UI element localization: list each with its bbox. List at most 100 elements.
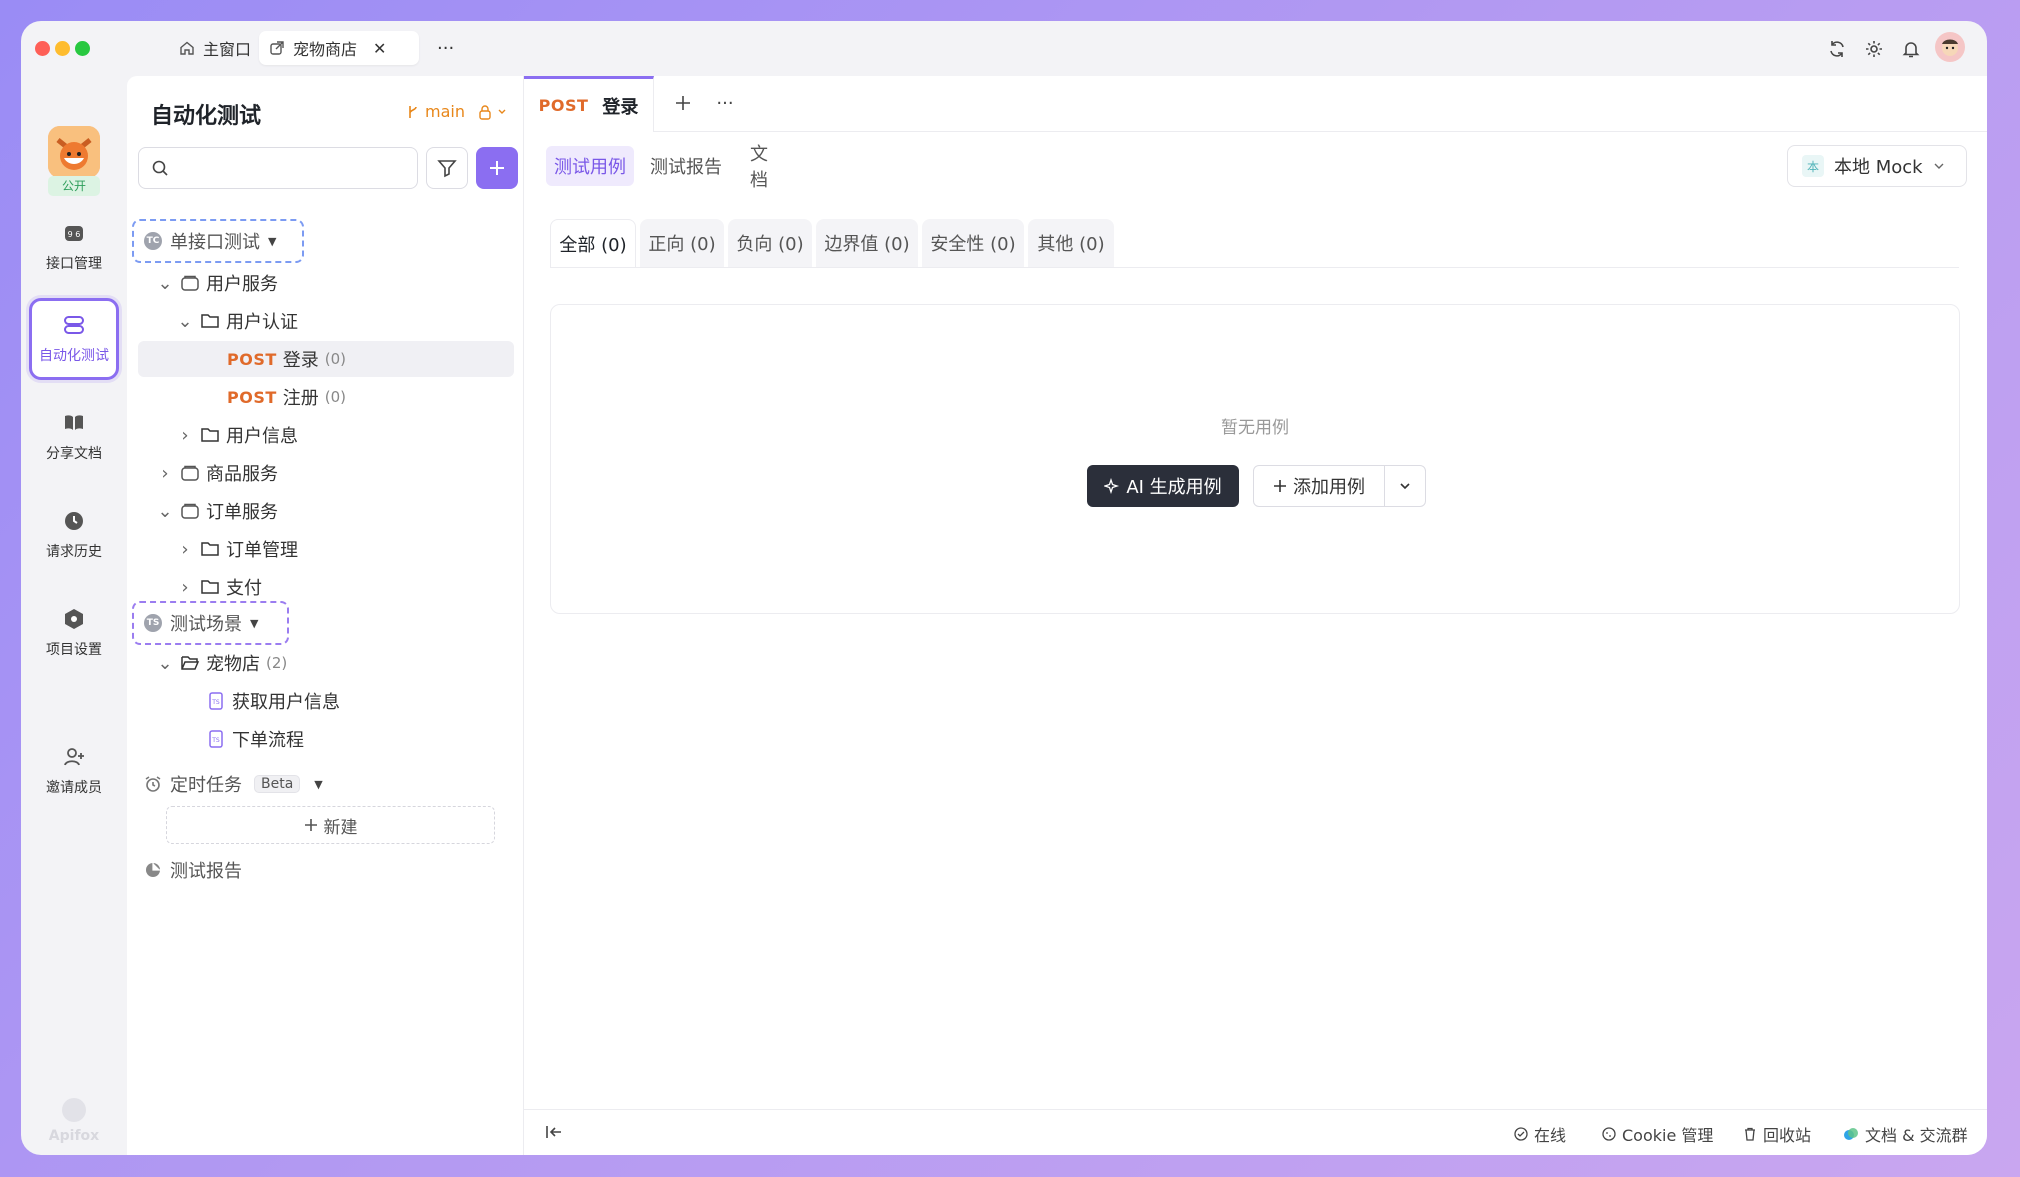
caret-down-icon: ▼	[314, 777, 323, 791]
nav-share-docs[interactable]: 分享文档	[29, 396, 119, 478]
tree-item-order-service[interactable]: ⌄ 订单服务	[138, 493, 514, 529]
check-circle-icon	[1514, 1127, 1528, 1141]
group-single-interface-test[interactable]: TC 单接口测试 ▼	[132, 219, 304, 263]
cookie-icon	[1602, 1127, 1616, 1141]
chevron-down-icon	[498, 109, 506, 114]
search-input[interactable]	[138, 147, 418, 189]
sync-icon[interactable]	[1823, 35, 1851, 63]
tab-test-reports[interactable]: 测试报告	[642, 146, 730, 186]
group-scenario-label: 测试场景	[170, 614, 242, 635]
close-tab-icon[interactable]: ✕	[373, 39, 386, 58]
pie-chart-icon	[146, 863, 160, 877]
nav-request-history[interactable]: 请求历史	[29, 494, 119, 576]
tree-item-get-user-info[interactable]: TS 获取用户信息	[138, 683, 514, 719]
tree-item-pet-shop[interactable]: ⌄ 宠物店 (2)	[138, 645, 514, 681]
service-folder-icon	[181, 465, 199, 481]
nav-project-settings[interactable]: 项目设置	[29, 592, 119, 674]
filter-all[interactable]: 全部 (0)	[550, 219, 636, 267]
new-scheduled-task-button[interactable]: 新建	[166, 806, 495, 844]
new-tab-plus-icon[interactable]	[668, 88, 698, 118]
tree-item-order-management[interactable]: › 订单管理	[138, 531, 514, 567]
trash-icon	[1745, 1127, 1755, 1141]
settings-gear-icon[interactable]	[1860, 35, 1888, 63]
user-avatar[interactable]	[1935, 32, 1965, 62]
docs-community[interactable]: 文档 & 交流群	[1843, 1122, 1968, 1146]
group-test-reports[interactable]: 测试报告	[138, 852, 514, 888]
automation-icon	[64, 316, 84, 334]
notification-bell-icon[interactable]	[1897, 35, 1925, 63]
more-tabs-button[interactable]: ···	[427, 31, 464, 65]
maximize-window-button[interactable]	[75, 41, 90, 56]
nav-automation-label: 自动化测试	[39, 348, 109, 364]
app-window: 主窗口 宠物商店 ✕ ··· 公开 9 6 接口管理 自动化测试 分享文档 请求…	[21, 21, 1987, 1155]
group-test-scenarios[interactable]: TS 测试场景 ▼	[132, 601, 289, 645]
tab-docs[interactable]: 文档	[742, 144, 792, 191]
add-case-button[interactable]: 添加用例	[1254, 466, 1385, 506]
tree-item-place-order[interactable]: TS 下单流程	[138, 721, 514, 757]
filter-divider	[550, 267, 1959, 268]
sidebar: 自动化测试 main TC 单接口测试 ▼ ⌄ 用户服务 ⌄ 用户认证 POST…	[127, 76, 524, 1155]
minimize-window-button[interactable]	[55, 41, 70, 56]
online-status[interactable]: 在线	[1514, 1122, 1566, 1146]
filter-security[interactable]: 安全性 (0)	[922, 219, 1024, 267]
add-button[interactable]	[476, 147, 518, 189]
recycle-bin[interactable]: 回收站	[1743, 1122, 1811, 1146]
lock-icon	[479, 104, 491, 120]
report-label: 测试报告	[170, 861, 242, 882]
tree-item-register[interactable]: POST 注册 (0)	[138, 379, 514, 415]
cookie-management[interactable]: Cookie 管理	[1602, 1122, 1713, 1146]
tree-item-payment[interactable]: › 支付	[138, 569, 514, 605]
filter-positive[interactable]: 正向 (0)	[640, 219, 724, 267]
collapse-sidebar-icon[interactable]	[544, 1122, 564, 1146]
title-bar: 主窗口 宠物商店 ✕ ···	[21, 21, 1987, 76]
tree-item-user-info[interactable]: › 用户信息	[138, 417, 514, 453]
tree-item-product-service[interactable]: › 商品服务	[138, 455, 514, 491]
nav-automation-test[interactable]: 自动化测试	[29, 298, 119, 380]
filter-button[interactable]	[426, 147, 468, 189]
group-scheduled-tasks[interactable]: 定时任务 Beta ▼	[138, 766, 514, 802]
svg-text:TS: TS	[211, 737, 220, 744]
ai-generate-cases-button[interactable]: AI 生成用例	[1087, 465, 1239, 507]
group-single-label: 单接口测试	[170, 232, 260, 253]
filter-boundary[interactable]: 边界值 (0)	[816, 219, 918, 267]
method-badge: POST	[227, 387, 277, 407]
service-folder-icon	[181, 275, 199, 291]
plus-icon	[304, 819, 317, 831]
git-branch-icon	[409, 105, 417, 118]
home-icon	[180, 41, 194, 55]
method-badge: POST	[538, 96, 589, 115]
filter-negative[interactable]: 负向 (0)	[728, 219, 812, 267]
tree-label: 支付	[226, 578, 262, 599]
tree-label: 宠物店	[206, 654, 260, 675]
folder-icon	[201, 542, 219, 556]
environment-select[interactable]: 本 本地 Mock	[1787, 145, 1967, 187]
add-case-dropdown[interactable]	[1385, 466, 1425, 506]
case-count: (0)	[324, 350, 347, 368]
nav-api-management[interactable]: 9 6 接口管理	[29, 206, 119, 288]
docs-label: 文档 & 交流群	[1865, 1126, 1968, 1145]
tree-item-user-auth[interactable]: ⌄ 用户认证	[138, 303, 514, 339]
apifox-logo: Apifox	[41, 1096, 107, 1144]
chevron-down-icon: ⌄	[177, 310, 193, 332]
more-options-icon[interactable]: ···	[710, 88, 740, 118]
clock-icon	[65, 512, 83, 530]
chevron-down-icon	[1934, 163, 1944, 169]
filter-other[interactable]: 其他 (0)	[1028, 219, 1114, 267]
tab-home[interactable]: 主窗口	[169, 31, 261, 65]
filter-icon	[437, 160, 457, 178]
tab-login-endpoint[interactable]: POST 登录	[524, 76, 654, 132]
branch-selector[interactable]: main	[406, 102, 507, 121]
project-logo-fox[interactable]	[48, 126, 100, 178]
tree-item-login[interactable]: POST 登录 (0)	[138, 341, 514, 377]
folder-icon	[201, 314, 219, 328]
nav-invite-members[interactable]: 邀请成员	[29, 730, 119, 812]
tree-label: 获取用户信息	[232, 692, 340, 713]
sidebar-title: 自动化测试	[151, 104, 262, 129]
tab-test-cases[interactable]: 测试用例	[546, 146, 634, 186]
hexagon-settings-icon	[65, 609, 83, 629]
tree-item-user-service[interactable]: ⌄ 用户服务	[138, 265, 514, 301]
nav-settings-label: 项目设置	[46, 642, 102, 658]
close-window-button[interactable]	[35, 41, 50, 56]
sparkle-icon	[1104, 478, 1120, 494]
tab-pet-shop[interactable]: 宠物商店 ✕	[259, 31, 419, 65]
